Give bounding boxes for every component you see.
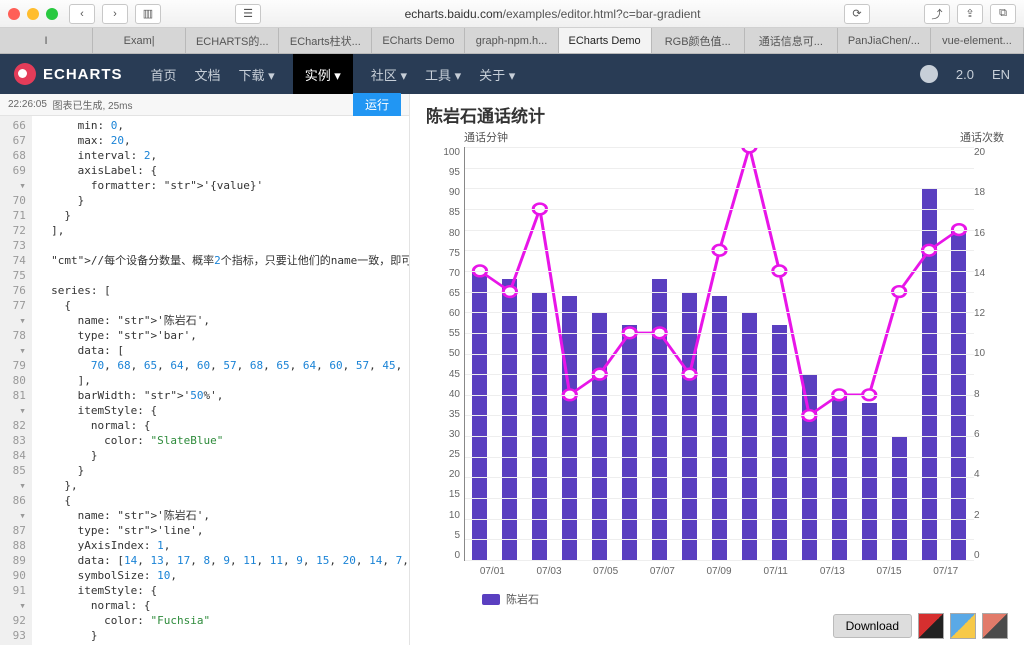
upload-button[interactable]: ⤴ bbox=[924, 4, 950, 24]
x-tick-label: 07/09 bbox=[691, 566, 748, 577]
browser-tab[interactable]: ECHARTS的... bbox=[186, 28, 279, 53]
github-icon[interactable] bbox=[920, 65, 938, 83]
minimize-window-icon[interactable] bbox=[27, 8, 39, 20]
browser-tab[interactable]: Exam| bbox=[93, 28, 186, 53]
browser-tab[interactable]: graph-npm.h... bbox=[465, 28, 558, 53]
right-axis-title: 通话次数 bbox=[960, 129, 1004, 145]
browser-tab[interactable]: ECharts Demo bbox=[372, 28, 465, 53]
echarts-nav: 首页文档下载 ▾ 实例 ▾ 社区 ▾ 工具 ▾ 关于 ▾ bbox=[151, 54, 516, 95]
chart-legend[interactable]: 陈岩石 bbox=[426, 591, 1008, 607]
left-axis-title: 通话分钟 bbox=[464, 129, 508, 145]
address-bar[interactable]: echarts.baidu.com/examples/editor.html?c… bbox=[268, 7, 837, 21]
legend-swatch bbox=[482, 594, 500, 605]
status-time: 22:26:05 bbox=[8, 99, 47, 110]
x-tick-label: 07/05 bbox=[577, 566, 634, 577]
x-tick-label: 07/11 bbox=[747, 566, 804, 577]
chart-plot-area[interactable]: 1009590858075706560555045403530252015105… bbox=[426, 147, 1008, 589]
forward-button[interactable]: › bbox=[102, 4, 128, 24]
echarts-brand-text: ECHARTS bbox=[43, 66, 123, 83]
browser-tab[interactable]: 通话信息可... bbox=[745, 28, 838, 53]
window-controls bbox=[8, 8, 58, 20]
nav-item[interactable]: 文档 bbox=[195, 65, 221, 84]
editor-statusbar: 22:26:05 图表已生成, 25ms 运行 bbox=[0, 94, 409, 116]
x-tick-label: 07/07 bbox=[634, 566, 691, 577]
reload-button[interactable]: ⟳ bbox=[844, 4, 870, 24]
echarts-header: ECHARTS 首页文档下载 ▾ 实例 ▾ 社区 ▾ 工具 ▾ 关于 ▾ 2.0 EN bbox=[0, 54, 1024, 94]
nav-item[interactable]: 下载 ▾ bbox=[239, 65, 275, 84]
browser-tab[interactable]: vue-element... bbox=[931, 28, 1024, 53]
x-tick-label: 07/01 bbox=[464, 566, 521, 577]
x-tick-label: 07/03 bbox=[521, 566, 578, 577]
reader-button[interactable]: ☰ bbox=[235, 4, 261, 24]
browser-tab[interactable]: RGB颜色值... bbox=[652, 28, 745, 53]
browser-tab[interactable]: PanJiaChen/... bbox=[838, 28, 931, 53]
x-tick-label: 07/13 bbox=[804, 566, 861, 577]
chart-title: 陈岩石通话统计 bbox=[426, 102, 1008, 127]
theme-switch-1[interactable] bbox=[918, 613, 944, 639]
x-tick-label: 07/17 bbox=[917, 566, 974, 577]
nav-item[interactable]: 关于 ▾ bbox=[479, 65, 515, 84]
nav-item[interactable]: 工具 ▾ bbox=[425, 65, 461, 84]
chart-toolbar: Download bbox=[426, 613, 1008, 639]
back-button[interactable]: ‹ bbox=[69, 4, 95, 24]
echarts-logo-icon bbox=[14, 63, 36, 85]
browser-tabstrip: IExam|ECHARTS的...ECharts柱状...ECharts Dem… bbox=[0, 28, 1024, 54]
code-editor-pane: 22:26:05 图表已生成, 25ms 运行 66 67 68 69 ▾ 70… bbox=[0, 94, 410, 645]
download-button[interactable]: Download bbox=[833, 614, 912, 638]
work-area: 22:26:05 图表已生成, 25ms 运行 66 67 68 69 ▾ 70… bbox=[0, 94, 1024, 645]
maximize-window-icon[interactable] bbox=[46, 8, 58, 20]
nav-item[interactable]: 社区 ▾ bbox=[371, 65, 407, 84]
run-button[interactable]: 运行 bbox=[353, 93, 401, 116]
browser-toolbar: ‹ › ▥ ☰ echarts.baidu.com/examples/edito… bbox=[0, 0, 1024, 28]
theme-switch-3[interactable] bbox=[982, 613, 1008, 639]
x-tick-label: 07/15 bbox=[861, 566, 918, 577]
chart-pane: 陈岩石通话统计 通话分钟 通话次数 1009590858075706560555… bbox=[410, 94, 1024, 645]
sidebar-button[interactable]: ▥ bbox=[135, 4, 161, 24]
browser-tab[interactable]: I bbox=[0, 28, 93, 53]
echarts-logo[interactable]: ECHARTS bbox=[14, 63, 123, 85]
code-editor[interactable]: 66 67 68 69 ▾ 70 71 72 73 74 75 76 77 ▾ … bbox=[0, 116, 409, 645]
close-window-icon[interactable] bbox=[8, 8, 20, 20]
browser-tab[interactable]: ECharts柱状... bbox=[279, 28, 372, 53]
status-text: 图表已生成, 25ms bbox=[53, 97, 133, 112]
legend-label: 陈岩石 bbox=[506, 591, 539, 607]
tabs-button[interactable]: ⧉ bbox=[990, 4, 1016, 24]
version-label[interactable]: 2.0 bbox=[956, 67, 974, 82]
nav-item[interactable]: 首页 bbox=[151, 65, 177, 84]
theme-switch-2[interactable] bbox=[950, 613, 976, 639]
lang-switch[interactable]: EN bbox=[992, 67, 1010, 82]
share-button[interactable]: ⇪ bbox=[957, 4, 983, 24]
nav-item[interactable]: 实例 ▾ bbox=[293, 54, 353, 95]
browser-tab[interactable]: ECharts Demo bbox=[559, 28, 652, 53]
